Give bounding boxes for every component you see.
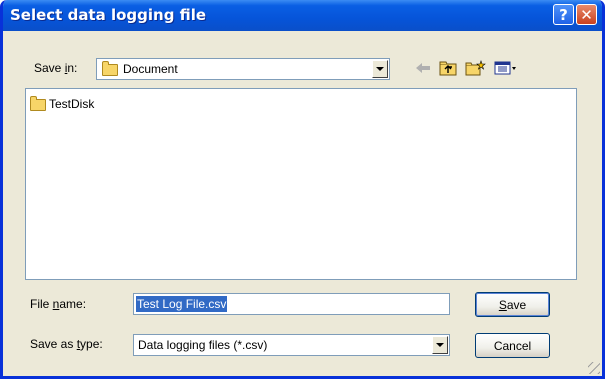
cancel-button-label: Cancel (493, 338, 532, 353)
save-in-value: Document (123, 62, 178, 76)
back-arrow-icon[interactable] (414, 60, 432, 76)
close-icon: ✕ (580, 5, 593, 24)
file-name-label-prefix: File (30, 297, 53, 311)
file-name-label-suffix: ame: (59, 297, 87, 311)
resize-grip-icon[interactable] (588, 362, 600, 374)
new-folder-icon[interactable] (465, 60, 487, 76)
chevron-down-icon[interactable] (372, 60, 388, 78)
save-in-label: Save in: (34, 61, 77, 75)
help-button[interactable]: ? (553, 4, 574, 25)
file-name-value: Test Log File.csv (136, 296, 228, 312)
chevron-down-icon[interactable] (432, 336, 448, 354)
save-button[interactable]: Save (475, 292, 550, 317)
save-as-type-label-prefix: Save as (30, 337, 77, 351)
file-list[interactable]: TestDisk (25, 88, 577, 280)
view-menu-icon[interactable] (494, 60, 518, 76)
file-name-input[interactable]: Test Log File.csv (133, 293, 450, 315)
folder-icon (102, 61, 118, 76)
save-button-label: ave (506, 297, 527, 312)
up-folder-icon[interactable] (439, 60, 457, 76)
save-as-type-label-suffix: ype: (80, 337, 103, 351)
save-as-type-value: Data logging files (*.csv) (138, 338, 268, 352)
close-button[interactable]: ✕ (576, 4, 597, 25)
save-in-dropdown[interactable]: Document (96, 58, 390, 80)
list-item-label: TestDisk (49, 97, 95, 111)
save-as-type-label: Save as type: (30, 337, 103, 351)
save-in-label-suffix: n: (67, 61, 78, 75)
window-title: Select data logging file (10, 6, 207, 24)
save-in-label-prefix: Save (34, 61, 65, 75)
save-button-mnemonic: S (498, 297, 507, 312)
folder-icon (30, 96, 46, 111)
save-as-type-dropdown[interactable]: Data logging files (*.csv) (133, 334, 450, 356)
title-bar[interactable]: Select data logging file ? ✕ (3, 0, 602, 31)
save-file-dialog: Select data logging file ? ✕ Save in: Do… (0, 0, 605, 379)
cancel-button[interactable]: Cancel (475, 333, 550, 358)
file-name-label: File name: (30, 297, 86, 311)
help-icon: ? (559, 5, 568, 24)
